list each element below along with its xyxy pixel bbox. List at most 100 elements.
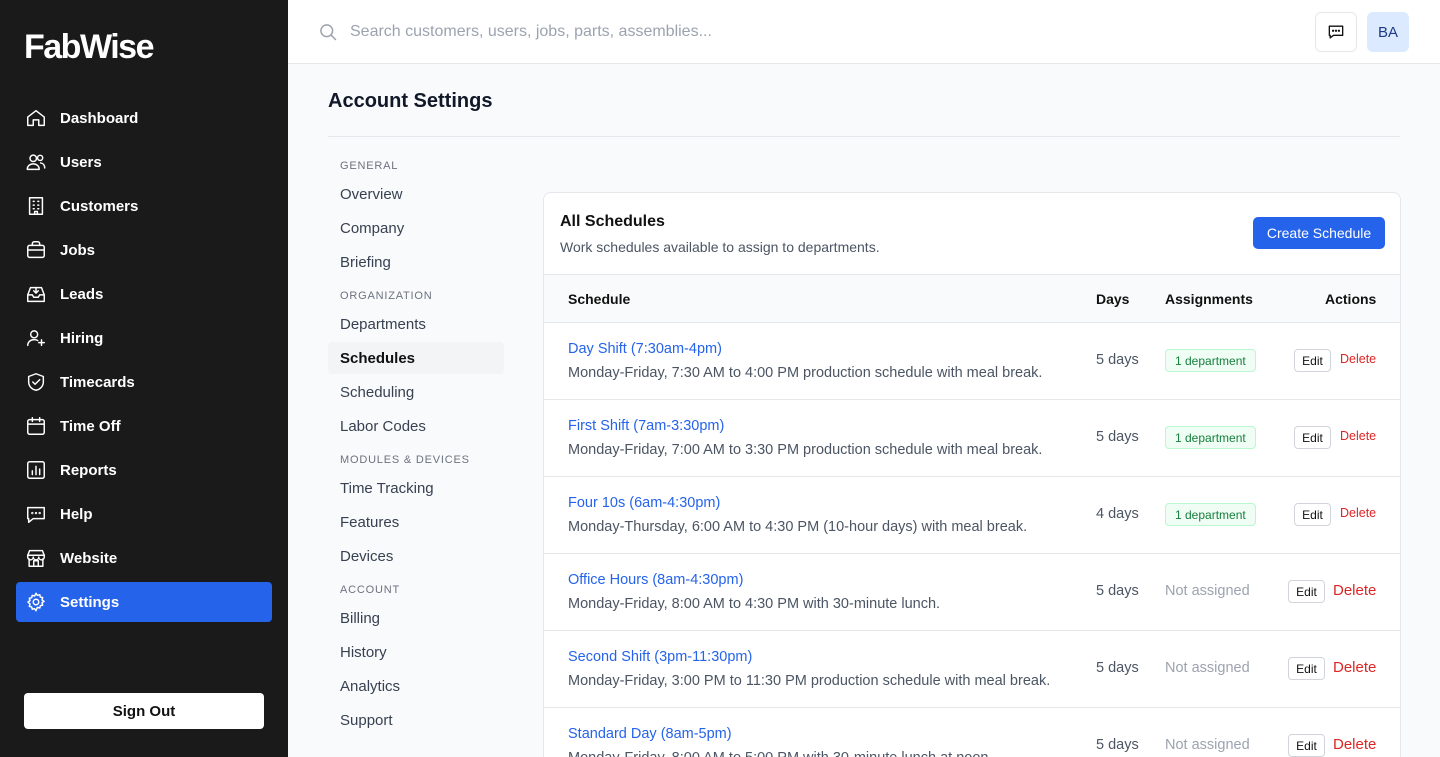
sidebar-item-settings[interactable]: Settings	[16, 582, 272, 622]
subnav-item-time-tracking[interactable]: Time Tracking	[328, 472, 504, 504]
subnav-item-company[interactable]: Company	[328, 212, 504, 244]
subnav-item-features[interactable]: Features	[328, 506, 504, 538]
subnav-section-title: ACCOUNT	[340, 584, 400, 596]
column-header-actions: Actions	[1325, 291, 1377, 307]
divider	[328, 136, 1400, 137]
sidebar-item-label: Dashboard	[60, 109, 139, 127]
sidebar-item-jobs[interactable]: Jobs	[16, 230, 272, 270]
sidebar-item-reports[interactable]: Reports	[16, 450, 272, 490]
subnav-section-title: GENERAL	[340, 160, 399, 172]
table-row: Standard Day (8am-5pm) Monday-Friday, 8:0…	[544, 708, 1400, 757]
subnav-item-history[interactable]: History	[328, 636, 504, 668]
delete-button[interactable]: Delete	[1333, 736, 1376, 753]
delete-button[interactable]: Delete	[1333, 659, 1376, 676]
sidebar-item-help[interactable]: Help	[16, 494, 272, 534]
assignment-status: Not assigned	[1165, 660, 1250, 676]
card-subtitle: Work schedules available to assign to de…	[560, 239, 880, 255]
table-row: Day Shift (7:30am-4pm) Monday-Friday, 7:3…	[544, 323, 1400, 400]
sidebar-item-label: Website	[60, 549, 118, 567]
home-icon	[24, 106, 48, 130]
sidebar-item-dashboard[interactable]: Dashboard	[16, 98, 272, 138]
settings-subnav: GENERAL Overview Company Briefing ORGANIZATI…	[328, 160, 504, 738]
chat-bubble-icon	[1326, 22, 1346, 42]
delete-button[interactable]: Delete	[1340, 506, 1376, 520]
table-row: First Shift (7am-3:30pm) Monday-Friday, 7…	[544, 400, 1400, 477]
search-icon	[318, 22, 340, 44]
edit-button[interactable]: Edit	[1288, 580, 1325, 603]
assignment-status: Not assigned	[1165, 583, 1250, 599]
sidebar-item-hiring[interactable]: Hiring	[16, 318, 272, 358]
table-row: Second Shift (3pm-11:30pm) Monday-Friday,…	[544, 631, 1400, 708]
schedule-days: 5 days	[1096, 737, 1139, 753]
users-icon	[24, 150, 48, 174]
schedule-description: Monday-Friday, 3:00 PM to 11:30 PM produ…	[568, 673, 1051, 689]
page-title: Account Settings	[328, 90, 493, 112]
inbox-icon	[24, 282, 48, 306]
schedule-name-link[interactable]: Four 10s (6am-4:30pm)	[568, 495, 720, 511]
delete-button[interactable]: Delete	[1340, 352, 1376, 366]
sidebar-item-label: Users	[60, 153, 102, 171]
schedule-name-link[interactable]: Office Hours (8am-4:30pm)	[568, 572, 743, 588]
search-input[interactable]	[350, 18, 1050, 46]
topbar: BA	[288, 0, 1440, 64]
schedule-description: Monday-Friday, 7:00 AM to 3:30 PM produc…	[568, 442, 1043, 458]
column-header-schedule: Schedule	[568, 291, 631, 307]
briefcase-icon	[24, 238, 48, 262]
sign-out-button[interactable]: Sign Out	[24, 693, 264, 729]
building-icon	[24, 194, 48, 218]
schedule-description: Monday-Thursday, 6:00 AM to 4:30 PM (10-…	[568, 519, 1028, 535]
card-title: All Schedules	[560, 213, 665, 230]
subnav-section-title: ORGANIZATION	[340, 290, 433, 302]
sidebar-item-time-off[interactable]: Time Off	[16, 406, 272, 446]
subnav-item-schedules[interactable]: Schedules	[328, 342, 504, 374]
sidebar-item-label: Leads	[60, 285, 104, 303]
subnav-item-devices[interactable]: Devices	[328, 540, 504, 572]
sidebar-item-users[interactable]: Users	[16, 142, 272, 182]
schedule-name-link[interactable]: Second Shift (3pm-11:30pm)	[568, 649, 752, 665]
sidebar-item-leads[interactable]: Leads	[16, 274, 272, 314]
assignment-badge: 1 department	[1165, 503, 1256, 526]
edit-button[interactable]: Edit	[1294, 426, 1331, 449]
app-logo[interactable]: FabWise	[24, 28, 155, 67]
subnav-section-title: MODULES & DEVICES	[340, 454, 470, 466]
user-plus-icon	[24, 326, 48, 350]
delete-button[interactable]: Delete	[1333, 582, 1376, 599]
sidebar-item-label: Help	[60, 505, 93, 523]
storefront-icon	[24, 546, 48, 570]
gear-icon	[24, 590, 48, 614]
schedule-days: 5 days	[1096, 583, 1139, 599]
subnav-item-scheduling[interactable]: Scheduling	[328, 376, 504, 408]
subnav-item-support[interactable]: Support	[328, 704, 504, 736]
table-row: Office Hours (8am-4:30pm) Monday-Friday, …	[544, 554, 1400, 631]
subnav-item-billing[interactable]: Billing	[328, 602, 504, 634]
sidebar-item-website[interactable]: Website	[16, 538, 272, 578]
table-header: Schedule Days Assignments Actions	[544, 274, 1400, 323]
sidebar-item-label: Jobs	[60, 241, 96, 259]
edit-button[interactable]: Edit	[1294, 503, 1331, 526]
sidebar-item-customers[interactable]: Customers	[16, 186, 272, 226]
subnav-item-departments[interactable]: Departments	[328, 308, 504, 340]
edit-button[interactable]: Edit	[1288, 734, 1325, 757]
table-row: Four 10s (6am-4:30pm) Monday-Thursday, 6:…	[544, 477, 1400, 554]
schedule-name-link[interactable]: First Shift (7am-3:30pm)	[568, 418, 724, 434]
bar-chart-icon	[24, 458, 48, 482]
subnav-item-analytics[interactable]: Analytics	[328, 670, 504, 702]
sidebar-item-label: Customers	[60, 197, 139, 215]
sidebar-item-timecards[interactable]: Timecards	[16, 362, 272, 402]
schedule-name-link[interactable]: Day Shift (7:30am-4pm)	[568, 341, 722, 357]
schedule-name-link[interactable]: Standard Day (8am-5pm)	[568, 726, 732, 742]
sidebar: FabWise Dashboard Users Customers Jobs Leads…	[0, 0, 288, 757]
subnav-item-briefing[interactable]: Briefing	[328, 246, 504, 278]
delete-button[interactable]: Delete	[1340, 429, 1376, 443]
subnav-item-overview[interactable]: Overview	[328, 178, 504, 210]
edit-button[interactable]: Edit	[1294, 349, 1331, 372]
edit-button[interactable]: Edit	[1288, 657, 1325, 680]
schedule-days: 5 days	[1096, 660, 1139, 676]
schedule-description: Monday-Friday, 8:00 AM to 4:30 PM with 3…	[568, 596, 941, 612]
subnav-item-labor-codes[interactable]: Labor Codes	[328, 410, 504, 442]
sidebar-item-label: Time Off	[60, 417, 121, 435]
create-schedule-button[interactable]: Create Schedule	[1253, 217, 1385, 249]
chat-button[interactable]	[1315, 12, 1357, 52]
schedule-days: 5 days	[1096, 429, 1139, 445]
avatar[interactable]: BA	[1367, 12, 1409, 52]
